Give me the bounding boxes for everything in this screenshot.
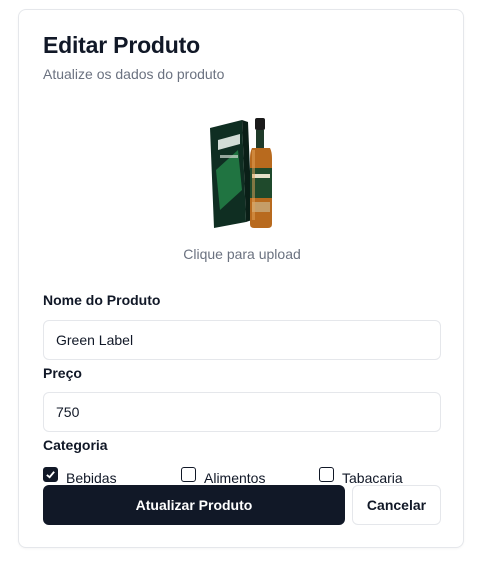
price-input[interactable] xyxy=(43,392,441,432)
page-title: Editar Produto xyxy=(43,32,200,58)
check-icon xyxy=(46,471,55,479)
category-checkbox-bebidas[interactable]: Bebidas xyxy=(43,466,117,486)
category-checkbox-tabacaria[interactable]: Tabacaria xyxy=(319,466,403,486)
product-image-upload[interactable] xyxy=(202,110,282,230)
category-option-label: Bebidas xyxy=(66,470,117,486)
edit-product-card: Editar Produto Atualize os dados do prod… xyxy=(18,9,464,548)
update-product-button[interactable]: Atualizar Produto xyxy=(43,485,345,525)
checkbox-unchecked-icon[interactable] xyxy=(181,467,196,482)
product-name-input[interactable] xyxy=(43,320,441,360)
product-image xyxy=(210,118,272,228)
cancel-button[interactable]: Cancelar xyxy=(352,485,441,525)
product-name-label: Nome do Produto xyxy=(43,292,161,308)
price-label: Preço xyxy=(43,365,82,381)
category-label: Categoria xyxy=(43,437,108,453)
category-checkbox-alimentos[interactable]: Alimentos xyxy=(181,466,265,486)
checkbox-unchecked-icon[interactable] xyxy=(319,467,334,482)
checkbox-checked-icon[interactable] xyxy=(43,467,58,482)
category-option-label: Tabacaria xyxy=(342,470,403,486)
category-option-label: Alimentos xyxy=(204,470,266,486)
page-subtitle: Atualize os dados do produto xyxy=(43,66,225,82)
upload-label[interactable]: Clique para upload xyxy=(19,246,465,262)
